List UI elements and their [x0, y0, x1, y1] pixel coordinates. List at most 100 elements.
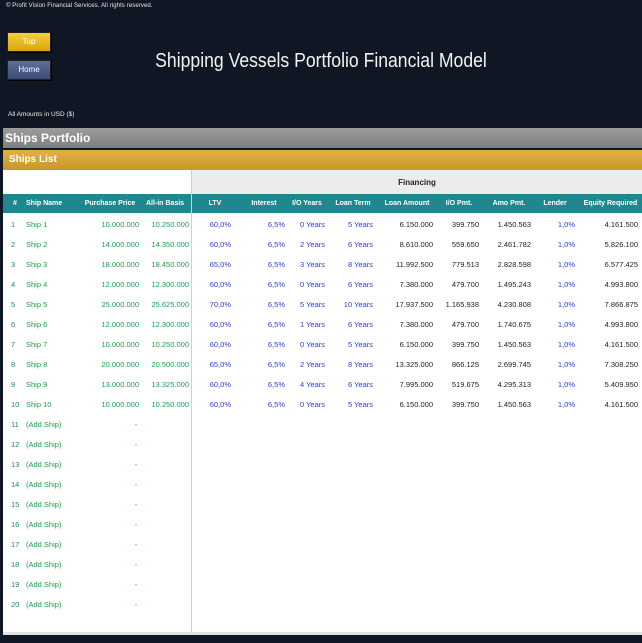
cell-io: 0 Years — [299, 220, 325, 229]
cell-amopmt: 1.740.675 — [497, 320, 531, 329]
cell-price: 10.000.000 — [101, 340, 139, 349]
table-row[interactable]: 7 Ship 7 10.000.000 10.250.000 60,0% 6,5% 0 Ye… — [3, 335, 642, 355]
table-row[interactable]: 10 Ship 10 10.000.000 10.250.000 60,0% 6,5% 0 … — [3, 395, 642, 415]
table-row[interactable]: 14 (Add Ship) - — [3, 475, 642, 495]
table-row[interactable]: 18 (Add Ship) - — [3, 555, 642, 575]
cell-basis: - — [134, 520, 138, 529]
table-row[interactable]: 3 Ship 3 18.000.000 18.450.000 65,0% 6,5% 3 Ye… — [3, 255, 642, 275]
cell-ltv: 60,0% — [209, 220, 231, 229]
table-row[interactable]: 13 (Add Ship) - — [3, 455, 642, 475]
cell-loan: 6.150.000 — [399, 340, 433, 349]
cell-iopmt: 519.675 — [451, 380, 479, 389]
table-row[interactable]: 8 Ship 8 20.000.000 20.500.000 65,0% 6,5% 2 Ye… — [3, 355, 642, 375]
cell-io: 0 Years — [299, 400, 325, 409]
cell-basis: 18.450.000 — [151, 260, 189, 269]
cell-equity: 4.161.500 — [604, 220, 638, 229]
cell-n: 9 — [11, 380, 16, 389]
section-header-ships-list: Ships List — [3, 150, 642, 170]
cell-name: Ship 2 — [26, 240, 48, 249]
cell-equity: 4.993.800 — [604, 320, 638, 329]
table-row[interactable]: 16 (Add Ship) - — [3, 515, 642, 535]
cell-amopmt: 1.450.563 — [497, 400, 531, 409]
cell-ltv: 60,0% — [209, 280, 231, 289]
cell-loan: 13.325.000 — [395, 360, 433, 369]
cell-n: 13 — [11, 460, 20, 469]
cell-equity: 6.577.425 — [604, 260, 638, 269]
cell-n: 1 — [11, 220, 16, 229]
page-title: Shipping Vessels Portfolio Financial Mod… — [155, 50, 487, 72]
cell-rate: 6,5% — [267, 400, 285, 409]
cell-rate: 6,5% — [267, 280, 285, 289]
cell-iopmt: 779.513 — [451, 260, 479, 269]
cell-term: 5 Years — [347, 400, 373, 409]
cell-name: (Add Ship) — [26, 420, 62, 429]
cell-basis: - — [134, 580, 138, 589]
cell-io: 5 Years — [299, 300, 325, 309]
section-header-portfolio: Ships Portfolio — [3, 128, 642, 148]
cell-n: 4 — [11, 280, 16, 289]
top-button[interactable]: Top — [7, 32, 51, 52]
cell-io: 3 Years — [299, 260, 325, 269]
cell-n: 14 — [11, 480, 20, 489]
table-row[interactable]: 1 Ship 1 10.000.000 10.250.000 60,0% 6,5% 0 Ye… — [3, 215, 642, 235]
cell-equity: 5.826.100 — [604, 240, 638, 249]
cell-n: 16 — [11, 520, 20, 529]
cell-n: 12 — [11, 440, 20, 449]
cell-loan: 7.995.000 — [399, 380, 433, 389]
cell-fees: 1,0% — [557, 400, 575, 409]
cell-name: (Add Ship) — [26, 520, 62, 529]
cell-fees: 1,0% — [557, 280, 575, 289]
cell-loan: 11.992.500 — [396, 260, 433, 269]
cell-basis: - — [134, 540, 138, 549]
table-row[interactable]: 2 Ship 2 14.000.000 14.350.000 60,0% 6,5% 2 Ye… — [3, 235, 642, 255]
cell-fees: 1,0% — [557, 360, 575, 369]
cell-n: 17 — [11, 540, 20, 549]
table-row[interactable]: 4 Ship 4 12.000.000 12.300.000 60,0% 6,5% 0 Ye… — [3, 275, 642, 295]
cell-name: Ship 4 — [26, 280, 48, 289]
cell-term: 8 Years — [347, 260, 373, 269]
table-row[interactable]: 11 (Add Ship) - — [3, 415, 642, 435]
cell-loan: 17.937.500 — [395, 300, 433, 309]
cell-basis: - — [134, 480, 138, 489]
table-row[interactable]: 12 (Add Ship) - — [3, 435, 642, 455]
cell-basis: 10.250.000 — [151, 340, 189, 349]
cell-iopmt: 399.750 — [451, 340, 479, 349]
cell-n: 10 — [11, 400, 20, 409]
cell-basis: - — [134, 560, 138, 569]
cell-ltv: 60,0% — [209, 320, 231, 329]
table-row[interactable]: 17 (Add Ship) - — [3, 535, 642, 555]
cell-n: 6 — [11, 320, 16, 329]
cell-equity: 7.308.250 — [604, 360, 638, 369]
cell-ltv: 60,0% — [209, 380, 231, 389]
table-row[interactable]: 5 Ship 5 25.000.000 25.625.000 70,0% 6,5% 5 Ye… — [3, 295, 642, 315]
cell-io: 2 Years — [299, 240, 325, 249]
cell-ltv: 65,0% — [209, 260, 231, 269]
cell-iopmt: 1.165.938 — [445, 300, 479, 309]
cell-name: (Add Ship) — [26, 540, 62, 549]
column-header-name: Ship Name — [26, 200, 63, 207]
cell-term: 6 Years — [347, 380, 373, 389]
cell-n: 20 — [11, 600, 20, 609]
table-row[interactable]: 19 (Add Ship) - — [3, 575, 642, 595]
table-row[interactable]: 6 Ship 6 12.000.000 12.300.000 60,0% 6,5% 1 Ye… — [3, 315, 642, 335]
cell-loan: 7.380.000 — [399, 320, 433, 329]
cell-term: 6 Years — [347, 280, 373, 289]
cell-iopmt: 866.125 — [451, 360, 479, 369]
cell-basis: 10.250.000 — [151, 400, 189, 409]
cell-amopmt: 1.450.563 — [497, 340, 531, 349]
cell-fees: 1,0% — [557, 300, 575, 309]
cell-loan: 7.380.000 — [399, 280, 433, 289]
table-row[interactable]: 15 (Add Ship) - — [3, 495, 642, 515]
cell-equity: 4.161.500 — [604, 400, 638, 409]
table-row[interactable]: 9 Ship 9 13.000.000 13.325.000 60,0% 6,5% 4 Ye… — [3, 375, 642, 395]
column-header-price: Purchase Price — [84, 200, 136, 207]
cell-io: 4 Years — [299, 380, 325, 389]
financing-group-header: Financing — [191, 170, 642, 194]
cell-name: Ship 3 — [26, 260, 48, 269]
cell-fees: 1,0% — [557, 220, 575, 229]
cell-iopmt: 479.700 — [451, 280, 479, 289]
cell-term: 6 Years — [347, 240, 373, 249]
table-row[interactable]: 20 (Add Ship) - — [3, 595, 642, 615]
cell-basis: 25.625.000 — [151, 300, 189, 309]
cell-equity: 5.409.950 — [604, 380, 638, 389]
